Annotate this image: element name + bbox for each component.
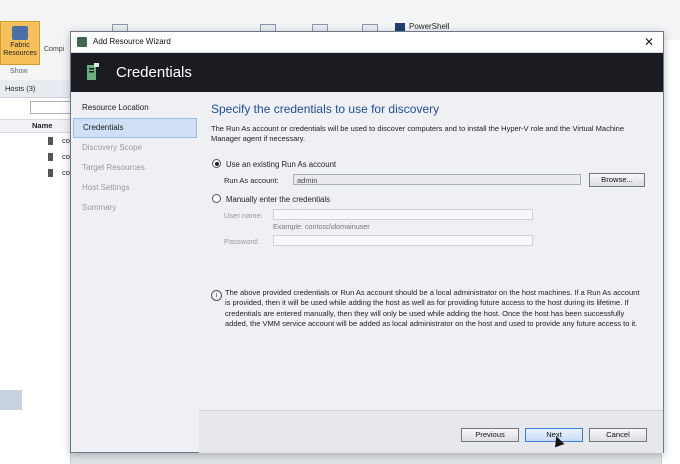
host-row-label: co [62,168,70,177]
username-field[interactable] [273,209,533,220]
page-title: Credentials [116,64,192,81]
nav-step-resource-location[interactable]: Resource Location [73,98,197,118]
manual-credentials-option[interactable]: Manually enter the credentials [212,194,330,205]
run-as-account-field[interactable]: admin [293,174,581,185]
wizard-steps-nav: Resource Location Credentials Discovery … [71,92,199,452]
section-heading: Specify the credentials to use for disco… [211,102,440,116]
add-resource-wizard: Add Resource Wizard ✕ Credentials Resour… [70,31,664,453]
wizard-banner: Credentials [71,53,663,92]
wizard-content: Specify the credentials to use for disco… [199,92,659,410]
hosts-header[interactable]: Hosts (3) [0,80,70,98]
password-label: Password: [224,237,260,246]
host-row[interactable]: co [0,133,70,149]
nav-step-target-resources: Target Resources [82,163,145,172]
manual-credentials-label: Manually enter the credentials [226,195,331,204]
password-field[interactable] [273,235,533,246]
wizard-title: Add Resource Wizard [93,37,171,46]
username-example: Example: contoso\domainuser [273,222,370,231]
wizard-app-icon [77,37,87,47]
host-icon [48,169,53,177]
nav-step-discovery-scope: Discovery Scope [82,143,143,152]
section-description: The Run As account or credentials will b… [211,124,624,143]
existing-account-radio[interactable] [212,159,221,168]
powershell-button[interactable]: PowerShell [395,22,449,31]
previous-button[interactable]: Previous [461,428,519,442]
host-row-label: co [62,136,70,145]
username-label: User name: [224,211,263,220]
host-row[interactable]: co [0,165,70,181]
compute-label[interactable]: Compi [44,46,64,53]
manual-credentials-radio[interactable] [212,194,221,203]
info-icon: i [211,290,222,301]
name-column-header[interactable]: Name [0,119,70,133]
nav-step-host-settings: Host Settings [82,183,130,192]
info-text: The above provided credentials or Run As… [225,288,640,328]
wizard-titlebar: Add Resource Wizard ✕ [71,32,663,53]
powershell-label: PowerShell [409,22,450,31]
nav-step-credentials[interactable]: Credentials [73,118,197,138]
server-credentials-icon [87,63,99,80]
host-icon [48,153,53,161]
nav-step-summary: Summary [82,203,117,212]
fabric-resources-label: Fabric Resources [3,42,37,57]
browse-button[interactable]: Browse... [589,173,645,187]
existing-account-option[interactable]: Use an existing Run As account [212,159,336,170]
cancel-button[interactable]: Cancel [589,428,647,442]
existing-account-label: Use an existing Run As account [226,160,337,169]
powershell-icon [395,22,405,31]
fabric-resources-button[interactable]: Fabric Resources [0,21,40,65]
wizard-footer: Previous Next Cancel [199,410,663,453]
run-as-label: Run As account: [224,176,279,185]
fabric-icon [12,26,28,40]
host-row[interactable]: co [0,149,70,165]
hosts-search-input[interactable] [30,101,72,114]
show-group-label: Show [10,68,28,75]
left-strip [0,390,22,410]
host-icon [48,137,53,145]
close-icon[interactable]: ✕ [641,34,657,50]
host-row-label: co [62,152,70,161]
